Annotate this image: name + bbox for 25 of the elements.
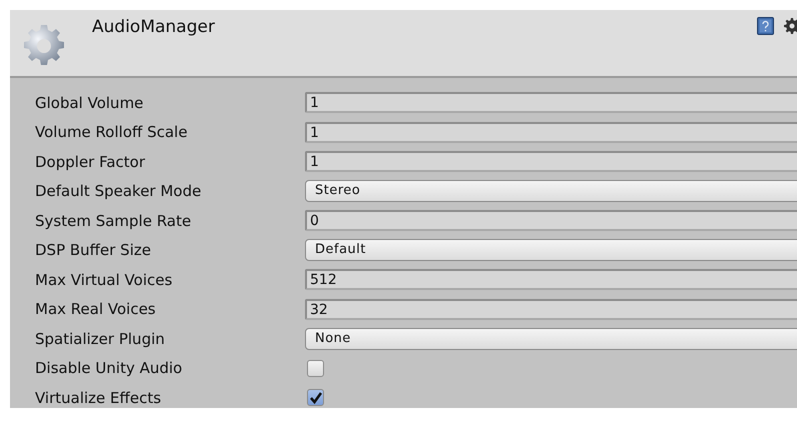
property-label: Disable Unity Audio — [34, 359, 184, 378]
dropdown[interactable]: Stereo — [305, 180, 797, 202]
checkbox[interactable] — [307, 360, 324, 377]
property-label: Volume Rolloff Scale — [34, 123, 188, 142]
number-field[interactable]: 1 — [305, 122, 797, 143]
number-field[interactable]: 1 — [305, 151, 797, 172]
property-label: Global Volume — [34, 94, 144, 112]
number-field[interactable]: 32 — [305, 298, 797, 320]
dropdown[interactable]: Default — [305, 239, 797, 262]
number-field[interactable]: 1 — [305, 92, 797, 114]
dropdown[interactable]: None — [305, 328, 797, 350]
property-label: Max Real Voices — [34, 300, 157, 318]
property-label: System Sample Rate — [34, 212, 192, 230]
property-label: DSP Buffer Size — [34, 241, 152, 260]
property-label: Default Speaker Mode — [34, 182, 202, 200]
property-label: Spatializer Plugin — [34, 330, 166, 348]
settings-icon[interactable] — [784, 18, 797, 34]
component-title: AudioManager — [92, 17, 215, 37]
help-icon[interactable] — [757, 17, 774, 35]
property-label: Virtualize Effects — [34, 388, 162, 407]
number-field[interactable]: 512 — [305, 269, 797, 290]
number-field[interactable]: 0 — [305, 210, 797, 232]
property-label: Max Virtual Voices — [34, 270, 174, 289]
checkbox[interactable] — [307, 389, 324, 406]
property-label: Doppler Factor — [34, 152, 146, 171]
